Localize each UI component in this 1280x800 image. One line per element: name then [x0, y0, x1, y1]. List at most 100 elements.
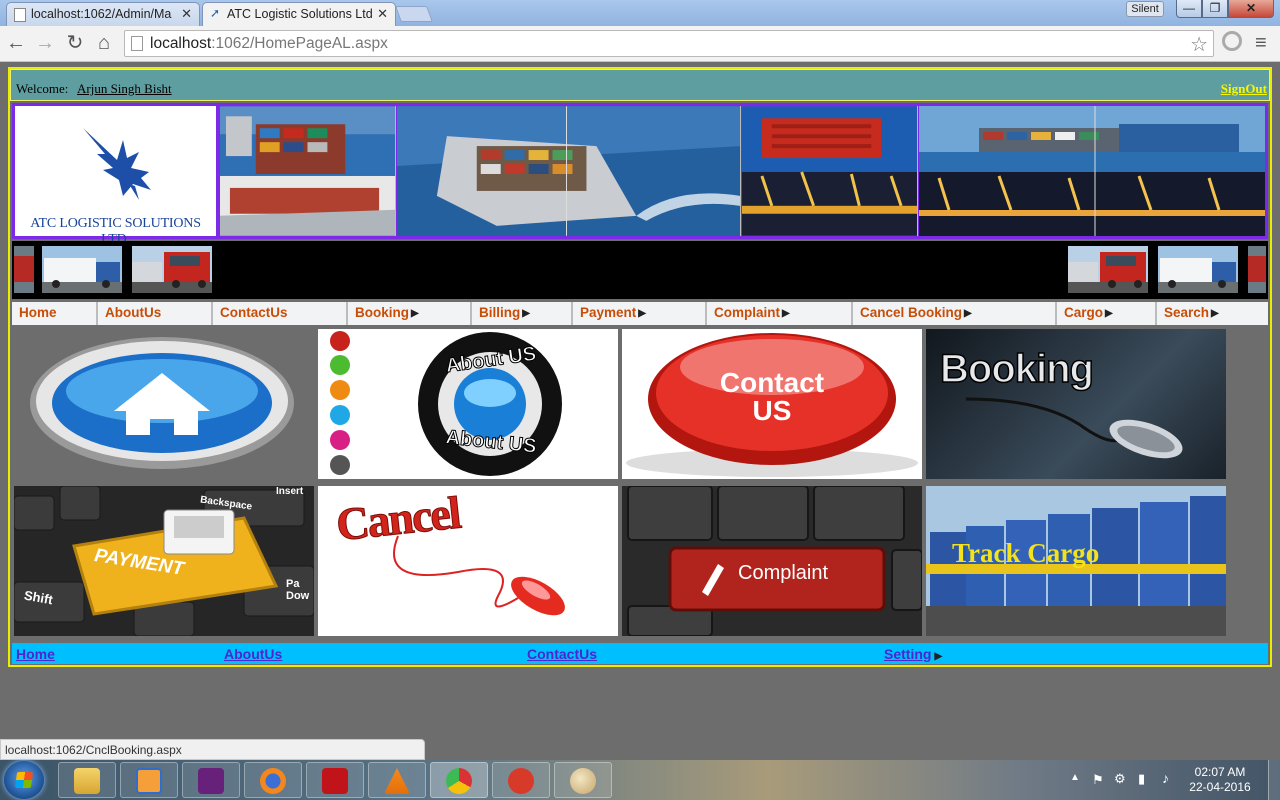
taskbar-chrome[interactable] — [430, 762, 488, 798]
truck-marquee — [12, 241, 1268, 299]
menu-item-cargo[interactable]: Cargo ▶ — [1057, 302, 1157, 325]
footer-menu: Home AboutUs ContactUs Setting ▶ — [12, 643, 1268, 664]
ccleaner-icon — [508, 768, 534, 794]
caret-right-icon: ▶ — [934, 651, 943, 662]
close-icon[interactable]: ✕ — [181, 6, 192, 22]
truck-photo — [1248, 246, 1266, 293]
menu-item-contactus[interactable]: ContactUs — [213, 302, 348, 325]
footer-link-setting[interactable]: Setting ▶ — [884, 646, 942, 662]
reload-icon[interactable]: ↻ — [62, 30, 88, 56]
taskbar-clock[interactable]: 02:07 AM 22-04-2016 — [1188, 765, 1252, 795]
acrobat-icon — [322, 768, 348, 794]
taskbar-media[interactable] — [120, 762, 178, 798]
home-icon[interactable]: ⌂ — [91, 30, 117, 56]
contact-us-label: Contact US — [719, 367, 825, 426]
menu-item-complaint[interactable]: Complaint ▶ — [707, 302, 853, 325]
tray-expand-icon[interactable]: ▲ — [1070, 772, 1080, 783]
header-banner: ATC LOGISTIC SOLUTIONS LTD. — [12, 103, 1268, 247]
menu-item-search[interactable]: Search ▶ — [1157, 302, 1268, 325]
address-url[interactable]: localhost:1062/HomePageAL.aspx — [150, 35, 388, 53]
caret-right-icon: ▶ — [964, 308, 972, 319]
footer-link-aboutus[interactable]: AboutUs — [224, 646, 282, 662]
taskbar-ccleaner[interactable] — [492, 762, 550, 798]
complaint-label: Complaint — [738, 562, 829, 584]
about-us-tile[interactable]: About US About US — [318, 329, 618, 479]
banner-ship-photo — [397, 106, 741, 236]
network-icon[interactable]: ▮ — [1138, 771, 1145, 787]
system-tray: ▲ ⚑ ⚙ ▮ ♪ — [1066, 760, 1186, 800]
complaint-tile[interactable]: Complaint — [622, 486, 922, 636]
tab-atc[interactable]: ➚ ATC Logistic Solutions Ltd ✕ — [202, 2, 396, 26]
device-icon[interactable]: ⚙ — [1114, 771, 1126, 787]
truck-photo — [14, 246, 34, 293]
home-tile[interactable] — [14, 329, 314, 479]
page-frame: Welcome: Arjun Singh Bisht SignOut ATC L… — [8, 67, 1272, 667]
silent-badge[interactable]: Silent — [1126, 1, 1164, 17]
menu-item-billing[interactable]: Billing ▶ — [472, 302, 573, 325]
signout-link[interactable]: SignOut — [1221, 81, 1267, 97]
banner-ship-photo — [742, 106, 918, 236]
taskbar-acrobat[interactable] — [306, 762, 364, 798]
start-button[interactable] — [4, 761, 44, 799]
caret-right-icon: ▶ — [411, 308, 419, 319]
main-menu: Home AboutUs ContactUs Booking ▶ Billing ▶… — [12, 302, 1268, 325]
volume-icon[interactable]: ♪ — [1162, 770, 1169, 786]
browser-toolbar: ← → ↻ ⌂ localhost:1062/HomePageAL.aspx ☆ — [0, 26, 1280, 62]
chrome-menu-icon[interactable]: ≡ — [1255, 32, 1267, 55]
back-icon[interactable]: ← — [3, 30, 29, 56]
extension-icon[interactable] — [1222, 31, 1242, 51]
bookmark-star-icon[interactable]: ☆ — [1190, 32, 1208, 57]
new-tab-button[interactable] — [395, 6, 433, 22]
address-bar[interactable]: localhost:1062/HomePageAL.aspx ☆ — [124, 30, 1214, 57]
taskbar-firefox[interactable] — [244, 762, 302, 798]
booking-tile[interactable]: Booking — [926, 329, 1226, 479]
vlc-icon — [384, 768, 410, 794]
eagle-icon: ➚ — [210, 6, 221, 20]
minimize-button[interactable]: — — [1176, 0, 1202, 18]
menu-item-aboutus[interactable]: AboutUs — [98, 302, 213, 325]
cancel-tile[interactable]: Cancel — [318, 486, 618, 636]
caret-right-icon: ▶ — [522, 308, 530, 319]
booking-label: Booking — [939, 346, 1094, 392]
status-bar-url: localhost:1062/CnclBooking.aspx — [0, 739, 425, 760]
tab-admin[interactable]: localhost:1062/Admin/Ma ✕ — [6, 2, 200, 26]
welcome-label: Welcome: — [16, 81, 69, 96]
footer-link-home[interactable]: Home — [16, 646, 55, 662]
welcome-bar: Welcome: Arjun Singh Bisht SignOut — [10, 69, 1270, 101]
contact-us-tile[interactable]: Contact US — [622, 329, 922, 479]
clock-time: 02:07 AM — [1194, 765, 1246, 779]
taskbar-paint[interactable] — [554, 762, 612, 798]
menu-item-payment[interactable]: Payment ▶ — [573, 302, 707, 325]
forward-icon[interactable]: → — [32, 30, 58, 56]
page-icon — [131, 36, 143, 51]
truck-photo — [1068, 246, 1148, 293]
show-desktop-button[interactable] — [1268, 760, 1280, 800]
maximize-button[interactable]: ❐ — [1202, 0, 1228, 18]
close-window-button[interactable]: ✕ — [1228, 0, 1274, 18]
menu-item-booking[interactable]: Booking ▶ — [348, 302, 472, 325]
user-name-link[interactable]: Arjun Singh Bisht — [77, 81, 172, 97]
home-icon — [30, 337, 294, 469]
footer-link-contactus[interactable]: ContactUs — [527, 646, 597, 662]
track-cargo-tile[interactable]: Track Cargo — [926, 486, 1226, 636]
track-cargo-label: Track Cargo — [952, 538, 1100, 568]
browser-tabstrip: localhost:1062/Admin/Ma ✕ ➚ ATC Logistic… — [0, 0, 1280, 26]
taskbar-explorer[interactable] — [58, 762, 116, 798]
chrome-icon — [446, 768, 472, 794]
tab-title: localhost:1062/Admin/Ma — [31, 7, 172, 21]
payment-tile[interactable]: PAYMENT Backspace Insert Shift Pa Dow — [14, 486, 314, 636]
close-icon[interactable]: ✕ — [377, 6, 388, 22]
media-player-icon — [136, 768, 162, 794]
caret-right-icon: ▶ — [782, 308, 790, 319]
taskbar-vlc[interactable] — [368, 762, 426, 798]
menu-item-cancel-booking[interactable]: Cancel Booking ▶ — [853, 302, 1057, 325]
eagle-icon — [83, 128, 151, 200]
page-icon — [14, 8, 26, 22]
taskbar-visual-studio[interactable] — [182, 762, 240, 798]
flag-icon[interactable]: ⚑ — [1092, 772, 1104, 788]
visual-studio-icon — [198, 768, 224, 794]
folder-icon — [74, 768, 100, 794]
menu-item-home[interactable]: Home — [12, 302, 98, 325]
banner-ship-photo — [220, 106, 396, 236]
insert-key-label: Insert — [276, 486, 304, 497]
